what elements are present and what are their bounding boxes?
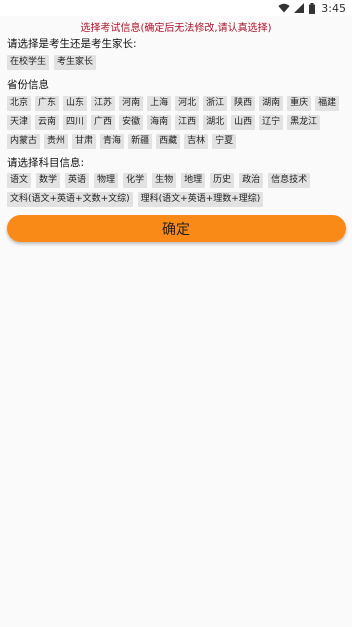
subject-chip[interactable]: 物理 <box>94 173 119 188</box>
province-chip[interactable]: 新疆 <box>128 134 153 149</box>
subject-chip[interactable]: 英语 <box>65 173 90 188</box>
province-chip[interactable]: 安徽 <box>119 115 144 130</box>
province-chip[interactable]: 广东 <box>35 96 60 111</box>
province-chip[interactable]: 湖北 <box>203 115 228 130</box>
province-chip[interactable]: 天津 <box>7 115 32 130</box>
province-chip[interactable]: 上海 <box>147 96 172 111</box>
province-chip[interactable]: 辽宁 <box>259 115 284 130</box>
province-chip[interactable]: 湖南 <box>259 96 284 111</box>
province-chip[interactable]: 黑龙江 <box>287 115 321 130</box>
province-chip[interactable]: 山东 <box>63 96 88 111</box>
subject-title: 请选择科目信息: <box>7 157 85 169</box>
subject-combo-chip[interactable]: 理科(语文+英语+理数+理综) <box>137 192 264 207</box>
province-options: 北京 广东 山东 江苏 河南 上海 河北 浙江 陕西 湖南 重庆 福建天津 云南 四川 广西 安徽 海南 江西 湖北… <box>0 92 352 149</box>
status-bar: 3:45 <box>0 0 352 16</box>
province-chip[interactable]: 海南 <box>147 115 172 130</box>
province-chip[interactable]: 四川 <box>63 115 88 130</box>
province-chip[interactable]: 广西 <box>91 115 116 130</box>
province-chip[interactable]: 宁夏 <box>212 134 237 149</box>
province-chip[interactable]: 青海 <box>100 134 125 149</box>
subject-chip[interactable]: 地理 <box>181 173 206 188</box>
subject-combo-options: 文科(语文+英语+文数+文综) 理科(语文+英语+理数+理综) <box>0 188 352 207</box>
subject-chip[interactable]: 历史 <box>210 173 235 188</box>
subject-chip[interactable]: 生物 <box>152 173 177 188</box>
province-title: 省份信息 <box>7 79 49 91</box>
province-chip[interactable]: 河北 <box>175 96 200 111</box>
province-chip[interactable]: 江苏 <box>91 96 116 111</box>
user-type-chip[interactable]: 在校学生 <box>7 55 50 70</box>
province-chip[interactable]: 江西 <box>175 115 200 130</box>
province-chip[interactable]: 河南 <box>119 96 144 111</box>
province-chip[interactable]: 重庆 <box>287 96 312 111</box>
subject-combo-chip[interactable]: 文科(语文+英语+文数+文综) <box>7 192 133 207</box>
province-chip[interactable]: 浙江 <box>203 96 228 111</box>
subject-chip[interactable]: 数学 <box>36 173 61 188</box>
user-type-options: 在校学生 考生家长 <box>0 52 352 70</box>
subject-chip[interactable]: 政治 <box>239 173 264 188</box>
wifi-icon <box>278 3 290 13</box>
signal-icon <box>294 3 305 13</box>
province-chip[interactable]: 云南 <box>35 115 60 130</box>
province-chip[interactable]: 北京 <box>7 96 32 111</box>
confirm-button[interactable]: 确定 <box>6 215 346 242</box>
province-chip[interactable]: 吉林 <box>184 134 209 149</box>
province-chip[interactable]: 甘肃 <box>72 134 97 149</box>
user-type-chip[interactable]: 考生家长 <box>54 55 97 70</box>
province-chip[interactable]: 贵州 <box>44 134 69 149</box>
subject-chip[interactable]: 语文 <box>7 173 32 188</box>
battery-icon <box>309 2 316 14</box>
status-time: 3:45 <box>321 1 346 15</box>
province-chip[interactable]: 内蒙古 <box>7 134 41 149</box>
province-chip[interactable]: 陕西 <box>231 96 256 111</box>
subject-options: 语文 数学 英语 物理 化学 生物 地理 历史 政治 信息技术 <box>0 170 352 188</box>
subject-chip[interactable]: 信息技术 <box>268 173 311 188</box>
province-chip[interactable]: 山西 <box>231 115 256 130</box>
subject-chip[interactable]: 化学 <box>123 173 148 188</box>
province-chip[interactable]: 西藏 <box>156 134 181 149</box>
notice-text: 选择考试信息(确定后无法修改,请认真选择) <box>80 23 272 34</box>
user-type-title: 请选择是考生还是考生家长: <box>7 38 137 50</box>
status-icons: 3:45 <box>278 1 346 15</box>
province-chip[interactable]: 福建 <box>315 96 340 111</box>
